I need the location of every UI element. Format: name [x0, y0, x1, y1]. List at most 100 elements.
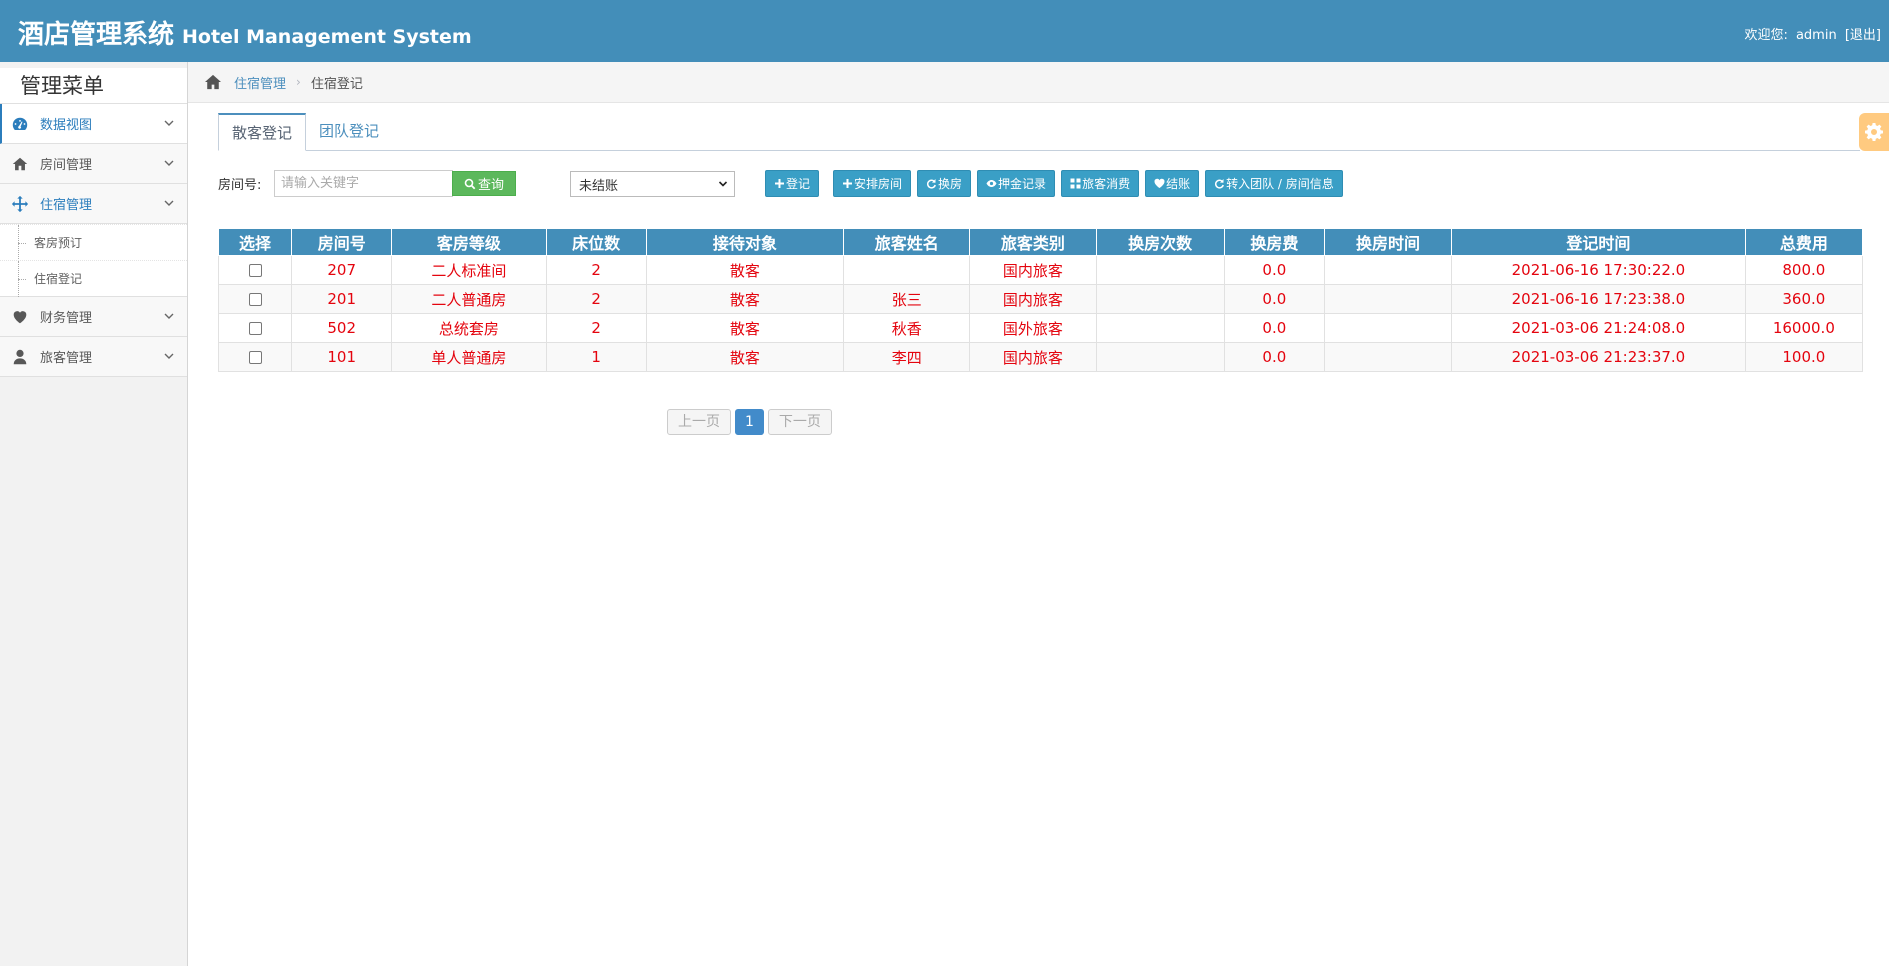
sidebar-item-label: 数据视图 — [40, 118, 93, 133]
settings-toggle[interactable] — [1859, 113, 1889, 151]
guest-name-cell: 张三 — [843, 284, 971, 314]
row-select-cell — [217, 313, 293, 343]
chevron-down-icon — [164, 313, 174, 319]
page-number-button[interactable]: 1 — [735, 409, 764, 435]
change-room-button[interactable]: 换房 — [917, 170, 972, 197]
change-time-cell — [1323, 313, 1453, 343]
next-page-button[interactable]: 下一页 — [767, 409, 832, 435]
breadcrumb-current: 住宿登记 — [310, 76, 363, 92]
gear-icon — [1865, 123, 1883, 141]
checkin-time-cell: 2021-03-06 21:23:37.0 — [1451, 342, 1746, 372]
column-header: 旅客姓名 — [843, 228, 971, 256]
beds-cell: 2 — [545, 284, 647, 314]
register-button-label: 登记 — [786, 177, 811, 191]
checkin-time-cell: 2021-03-06 21:24:08.0 — [1451, 313, 1746, 343]
pagination: 上一页 1 下一页 — [667, 409, 836, 435]
search-input[interactable] — [274, 170, 453, 197]
table-header-row: 选择 房间号 客房等级 床位数 接待对象 旅客姓名 旅客类别 换房次数 换房费 … — [217, 228, 1864, 256]
total-cost-cell: 100.0 — [1744, 342, 1864, 372]
room-grade-cell: 二人普通房 — [391, 284, 547, 314]
tab-group[interactable]: 团队登记 — [306, 113, 392, 151]
guest-consumption-button-label: 旅客消费 — [1082, 177, 1131, 191]
table-row[interactable]: 201 二人普通房 2 散客 张三 国内旅客 0.0 2021-06-16 17… — [217, 284, 1864, 314]
sidebar-item-finance[interactable]: 财务管理 — [0, 297, 187, 337]
eye-icon — [986, 180, 997, 187]
sidebar-subitem-reservation[interactable]: 客房预订 — [0, 224, 187, 261]
change-fee-cell: 0.0 — [1223, 313, 1325, 343]
register-button[interactable]: 登记 — [765, 170, 820, 197]
table-row[interactable]: 502 总统套房 2 散客 秋香 国外旅客 0.0 2021-03-06 21:… — [217, 313, 1864, 343]
action-buttons: 登记 安排房间 换房 押金记录 旅客消费 结账 转入团队 / 房间信息 — [765, 170, 1349, 197]
table-row[interactable]: 207 二人标准间 2 散客 国内旅客 0.0 2021-06-16 17:30… — [217, 255, 1864, 285]
sidebar-item-label: 住宿管理 — [40, 198, 93, 213]
chevron-down-icon — [164, 353, 174, 359]
sidebar-title: 管理菜单 — [0, 68, 187, 104]
beds-cell: 2 — [545, 255, 647, 285]
room-number-cell: 101 — [291, 342, 393, 372]
logout-link[interactable]: [退出] — [1845, 28, 1881, 43]
row-checkbox[interactable] — [248, 322, 262, 335]
sidebar-subitem-checkin[interactable]: 住宿登记 — [0, 260, 187, 297]
breadcrumb: 住宿管理 › 住宿登记 — [188, 62, 1889, 103]
prev-page-button[interactable]: 上一页 — [667, 409, 731, 435]
guest-category-cell: 国内旅客 — [969, 255, 1097, 285]
assign-room-button-label: 安排房间 — [854, 177, 903, 191]
sidebar-submenu-lodging: 客房预订 住宿登记 — [0, 224, 187, 297]
table-row[interactable]: 101 单人普通房 1 散客 李四 国内旅客 0.0 2021-03-06 21… — [217, 342, 1864, 372]
row-checkbox[interactable] — [248, 351, 262, 364]
home-icon[interactable] — [204, 74, 222, 90]
sidebar-item-rooms[interactable]: 房间管理 — [0, 144, 187, 184]
column-header: 总费用 — [1744, 228, 1864, 256]
deposit-record-button[interactable]: 押金记录 — [977, 170, 1056, 197]
brand-title-cn: 酒店管理系统 — [18, 20, 175, 50]
toolbar: 房间号: 查询 未结账 登记 安排房间 换房 押金记录 旅客消费 — [218, 170, 1678, 200]
user-info: 欢迎您: admin [退出] — [1740, 24, 1881, 43]
chevron-down-icon — [164, 120, 174, 126]
change-time-cell — [1323, 255, 1453, 285]
grid-icon — [1070, 178, 1081, 189]
search-icon — [464, 178, 476, 189]
sidebar-item-lodging[interactable]: 住宿管理 — [0, 184, 187, 224]
guest-name-cell: 秋香 — [843, 313, 971, 343]
status-select[interactable]: 未结账 — [570, 171, 735, 197]
beds-cell: 1 — [545, 342, 647, 372]
column-header: 接待对象 — [645, 228, 845, 256]
search-button[interactable]: 查询 — [452, 171, 516, 196]
guest-category-cell: 国内旅客 — [969, 284, 1097, 314]
plus-icon — [775, 179, 784, 188]
sidebar-item-label: 财务管理 — [40, 311, 93, 326]
row-select-cell — [217, 284, 293, 314]
transfer-group-button-label: 转入团队 / 房间信息 — [1226, 177, 1334, 191]
sidebar-item-guests[interactable]: 旅客管理 — [0, 337, 187, 377]
reception-target-cell: 散客 — [645, 342, 845, 372]
breadcrumb-link[interactable]: 住宿管理 — [234, 73, 286, 92]
registration-tabs: 散客登记 团队登记 — [218, 113, 1860, 151]
guest-consumption-button[interactable]: 旅客消费 — [1061, 170, 1140, 197]
assign-room-button[interactable]: 安排房间 — [833, 170, 912, 197]
guest-category-cell: 国外旅客 — [969, 313, 1097, 343]
room-grade-cell: 二人标准间 — [391, 255, 547, 285]
sidebar-item-dashboard[interactable]: 数据视图 — [0, 104, 187, 144]
home-icon — [10, 154, 30, 174]
column-header: 换房次数 — [1095, 228, 1225, 256]
column-header: 换房费 — [1223, 228, 1325, 256]
deposit-record-button-label: 押金记录 — [998, 177, 1047, 191]
transfer-group-button[interactable]: 转入团队 / 房间信息 — [1205, 170, 1343, 197]
guest-name-cell — [843, 255, 971, 285]
move-icon — [10, 194, 30, 214]
room-changes-cell — [1095, 342, 1225, 372]
room-number-cell: 502 — [291, 313, 393, 343]
change-room-button-label: 换房 — [938, 177, 963, 191]
row-checkbox[interactable] — [248, 293, 262, 306]
beds-cell: 2 — [545, 313, 647, 343]
checkout-button[interactable]: 结账 — [1145, 170, 1200, 197]
row-checkbox[interactable] — [248, 264, 262, 277]
tab-individual[interactable]: 散客登记 — [218, 113, 307, 151]
reception-target-cell: 散客 — [645, 284, 845, 314]
brand[interactable]: 酒店管理系统 Hotel Management System — [18, 14, 472, 51]
column-header: 床位数 — [545, 228, 647, 256]
room-grade-cell: 总统套房 — [391, 313, 547, 343]
username[interactable]: admin — [1796, 28, 1837, 43]
chevron-down-icon — [164, 160, 174, 166]
welcome-text: 欢迎您: — [1744, 28, 1788, 43]
